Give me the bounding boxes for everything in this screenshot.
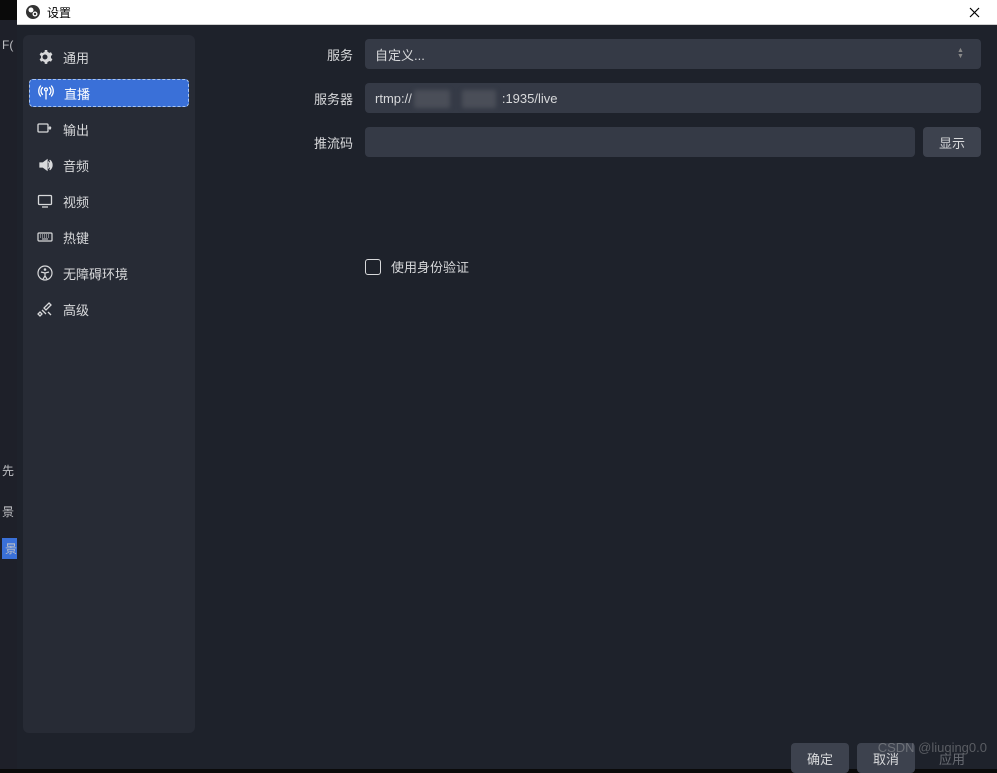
- service-value: 自定义...: [375, 45, 425, 64]
- window-title: 设置: [47, 4, 959, 21]
- sidebar-item-output[interactable]: 输出: [29, 115, 189, 143]
- backdrop-text: 景: [2, 503, 14, 520]
- server-input[interactable]: rtmp:// :1935/live: [365, 83, 981, 113]
- settings-window: 设置 通用 直播 输出: [17, 0, 997, 769]
- sidebar-item-stream[interactable]: 直播: [29, 79, 189, 107]
- gear-icon: [37, 49, 53, 65]
- backdrop-text: F(: [2, 38, 13, 52]
- backdrop-text: 景: [2, 538, 18, 559]
- sidebar-item-label: 视频: [63, 192, 89, 211]
- sidebar-item-label: 热键: [63, 228, 89, 247]
- spinner-icon: ▲▼: [957, 48, 971, 60]
- backdrop-text: 先: [2, 462, 14, 479]
- accessibility-icon: [37, 265, 53, 281]
- sidebar-item-label: 输出: [63, 120, 89, 139]
- tools-icon: [37, 301, 53, 317]
- sidebar-item-label: 直播: [64, 84, 90, 103]
- monitor-icon: [37, 193, 53, 209]
- antenna-icon: [38, 85, 54, 101]
- auth-checkbox-row[interactable]: 使用身份验证: [365, 257, 981, 276]
- show-button[interactable]: 显示: [923, 127, 981, 157]
- server-label: 服务器: [207, 89, 365, 108]
- app-icon: [25, 4, 41, 20]
- output-icon: [37, 121, 53, 137]
- sidebar-item-label: 音频: [63, 156, 89, 175]
- service-label: 服务: [207, 45, 365, 64]
- sidebar-item-label: 通用: [63, 48, 89, 67]
- streamkey-label: 推流码: [207, 133, 365, 152]
- audio-icon: [37, 157, 53, 173]
- keyboard-icon: [37, 229, 53, 245]
- server-value-part: rtmp://: [375, 91, 412, 106]
- sidebar-item-audio[interactable]: 音频: [29, 151, 189, 179]
- masked-segment: [414, 90, 450, 108]
- sidebar-item-label: 无障碍环境: [63, 264, 128, 283]
- sidebar-item-advanced[interactable]: 高级: [29, 295, 189, 323]
- close-button[interactable]: [959, 0, 989, 24]
- sidebar-item-accessibility[interactable]: 无障碍环境: [29, 259, 189, 287]
- auth-checkbox-label: 使用身份验证: [391, 257, 469, 276]
- settings-content: 服务 自定义... ▲▼ 服务器 rtmp://: [195, 35, 997, 743]
- server-value-part: :1935/live: [502, 91, 558, 106]
- sidebar-item-video[interactable]: 视频: [29, 187, 189, 215]
- service-select[interactable]: 自定义... ▲▼: [365, 39, 981, 69]
- titlebar: 设置: [17, 0, 997, 25]
- settings-sidebar: 通用 直播 输出 音频: [23, 35, 195, 733]
- sidebar-item-hotkeys[interactable]: 热键: [29, 223, 189, 251]
- sidebar-item-general[interactable]: 通用: [29, 43, 189, 71]
- masked-segment: [462, 90, 496, 108]
- auth-checkbox[interactable]: [365, 259, 381, 275]
- streamkey-input[interactable]: [365, 127, 915, 157]
- sidebar-item-label: 高级: [63, 300, 89, 319]
